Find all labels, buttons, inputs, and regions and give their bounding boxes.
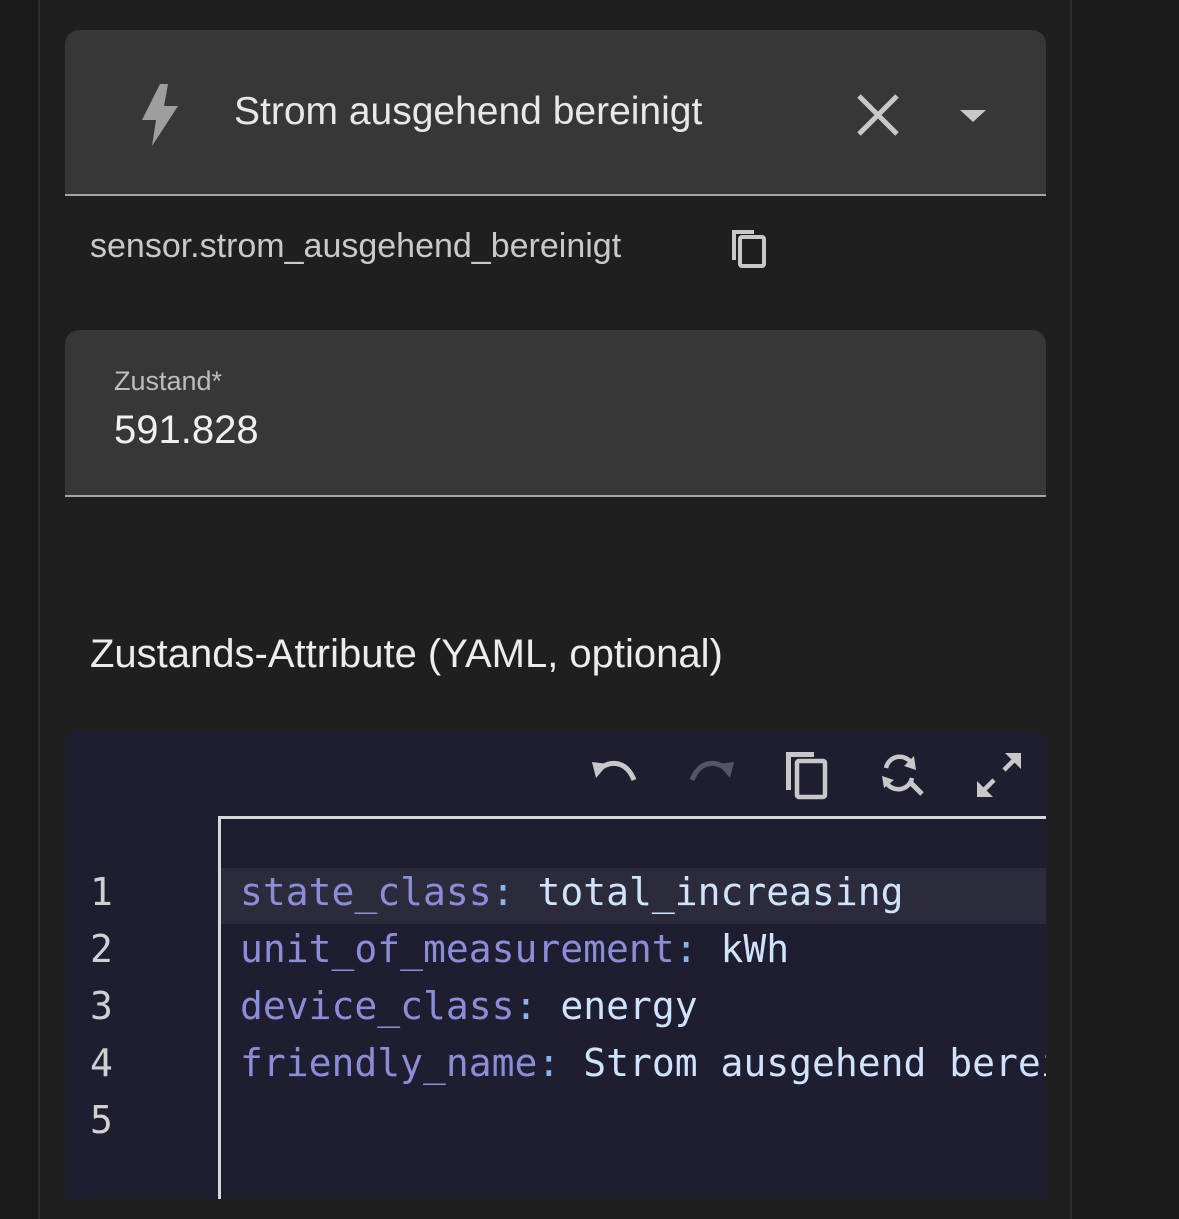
menu-down-icon[interactable]: [958, 108, 988, 124]
yaml-colon: :: [491, 870, 515, 914]
state-input[interactable]: [114, 408, 994, 453]
code-line[interactable]: device_class: energy: [240, 984, 1046, 1028]
content-copy-icon[interactable]: [728, 226, 768, 270]
yaml-value: total_increasing: [514, 870, 904, 914]
yaml-key: device_class: [240, 984, 515, 1028]
yaml-value: Strom ausgehend bereinigt: [583, 1041, 1046, 1085]
code-line[interactable]: state_class: total_increasing: [240, 870, 1046, 914]
fullscreen-icon[interactable]: [972, 748, 1026, 802]
editor-border-top: [218, 816, 1046, 819]
state-field-label: Zustand*: [114, 366, 223, 396]
yaml-colon: :: [537, 1041, 561, 1085]
line-number: 3: [90, 984, 113, 1028]
code-line[interactable]: friendly_name: Strom ausgehend bereinigt: [240, 1041, 1046, 1085]
yaml-colon: :: [674, 927, 698, 971]
yaml-value: kWh: [697, 927, 790, 971]
yaml-colon: :: [514, 984, 538, 1028]
line-number: 1: [90, 870, 113, 914]
line-number: 2: [90, 927, 113, 971]
entity-name: Strom ausgehend bereinigt: [234, 90, 703, 133]
yaml-value: energy: [537, 984, 698, 1028]
attributes-title: Zustands-Attribute (YAML, optional): [90, 632, 723, 676]
find-replace-icon[interactable]: [876, 748, 930, 802]
entity-id-text: sensor.strom_ausgehend_bereinigt: [90, 227, 622, 265]
gutter-divider: [218, 816, 221, 1199]
undo-icon[interactable]: [588, 748, 642, 802]
close-icon[interactable]: [855, 92, 901, 138]
content-copy-icon[interactable]: [780, 748, 834, 802]
code-line[interactable]: unit_of_measurement: kWh: [240, 927, 1046, 971]
lightning-bolt-icon: [142, 84, 178, 146]
line-number: 5: [90, 1098, 113, 1142]
yaml-key: state_class: [240, 870, 492, 914]
yaml-key: unit_of_measurement: [240, 927, 675, 971]
line-number: 4: [90, 1041, 113, 1085]
right-border-strip: [1070, 0, 1179, 1219]
left-border-strip: [0, 0, 40, 1219]
redo-icon: [689, 760, 734, 782]
yaml-key: friendly_name: [240, 1041, 538, 1085]
